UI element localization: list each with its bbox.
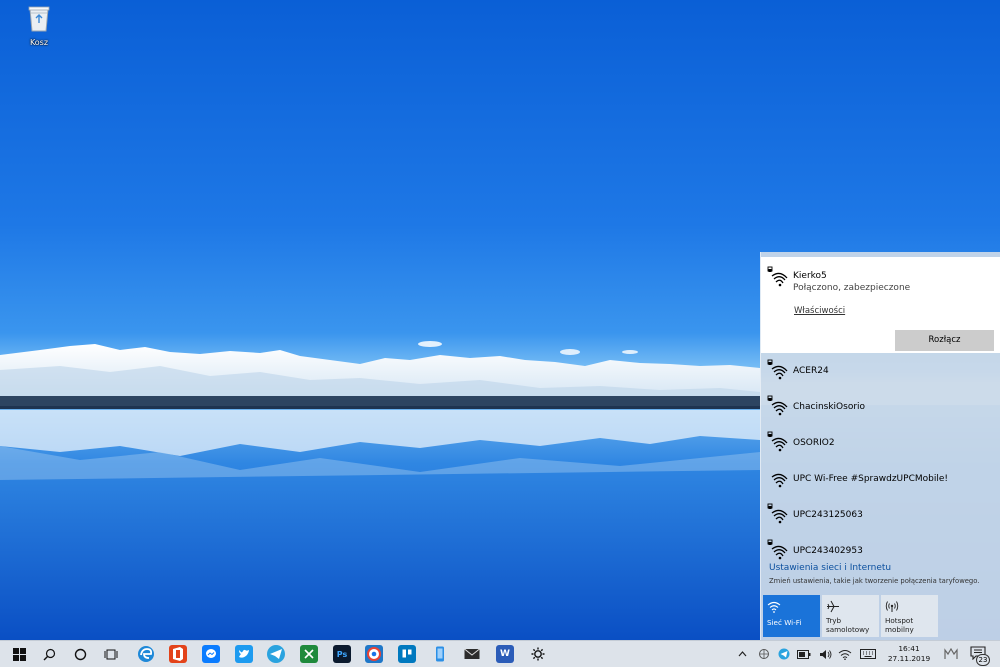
airplane-mode-label-line1: Tryb: [826, 616, 842, 625]
trello-icon[interactable]: [398, 645, 416, 663]
task-view-button[interactable]: [96, 641, 126, 667]
phone-app-icon[interactable]: [431, 645, 449, 663]
start-button[interactable]: [4, 641, 34, 667]
chrome-icon[interactable]: [365, 645, 383, 663]
network-tray-icon[interactable]: [838, 647, 852, 661]
wifi-icon: [767, 601, 781, 613]
taskbar: Ps W 16:41 27.11.2019 23: [0, 640, 1000, 667]
photoshop-icon[interactable]: Ps: [333, 645, 351, 663]
wifi-toggle[interactable]: Sieć Wi-Fi: [763, 595, 820, 637]
network-item[interactable]: UPC243125063: [761, 497, 1000, 533]
disconnect-button[interactable]: Rozłącz: [895, 330, 994, 351]
secured-wifi-icon: [767, 266, 788, 287]
clock[interactable]: 16:41 27.11.2019: [878, 644, 940, 664]
network-ssid: UPC243125063: [793, 510, 863, 520]
tray-media-icon[interactable]: [943, 647, 959, 661]
word-icon[interactable]: W: [496, 645, 514, 663]
microsoft-edge-icon[interactable]: [137, 645, 155, 663]
spreadsheet-app-icon[interactable]: [300, 645, 318, 663]
cortana-button[interactable]: [65, 641, 95, 667]
network-ssid: OSORIO2: [793, 438, 835, 448]
clock-time: 16:41: [898, 644, 920, 653]
network-ssid: UPC243402953: [793, 546, 863, 556]
network-item[interactable]: ACER24: [761, 353, 1000, 389]
network-item[interactable]: ChacinskiOsorio: [761, 389, 1000, 425]
search-button[interactable]: [34, 641, 64, 667]
recycle-bin[interactable]: Kosz: [18, 4, 60, 47]
hotspot-icon: [885, 601, 899, 612]
network-ssid: ChacinskiOsorio: [793, 402, 866, 412]
airplane-icon: [827, 600, 839, 613]
airplane-mode-label-line2: samolotowy: [826, 625, 870, 634]
secured-wifi-icon: [767, 539, 788, 560]
network-flyout: Kierko5 Połączono, zabezpieczone Właściw…: [760, 252, 1000, 640]
recycle-bin-icon: [28, 6, 50, 32]
properties-link[interactable]: Właściwości: [794, 306, 845, 316]
network-ssid: UPC Wi-Free #SprawdzUPCMobile!: [793, 474, 948, 484]
search-icon: [43, 648, 55, 661]
network-settings-link[interactable]: Ustawienia sieci i Internetu: [769, 563, 891, 573]
connected-network-ssid: Kierko5: [793, 271, 827, 281]
notification-count-badge: 23: [976, 654, 990, 666]
wifi-toggle-label: Sieć Wi-Fi: [767, 618, 802, 627]
office-icon[interactable]: [169, 645, 187, 663]
telegram-tray-icon[interactable]: [777, 647, 791, 661]
network-settings-description: Zmień ustawienia, takie jak tworzenie po…: [769, 577, 980, 585]
task-view-icon: [104, 649, 118, 660]
chevron-up-icon[interactable]: [735, 647, 749, 661]
windows-logo-icon: [12, 648, 26, 661]
recycle-bin-label: Kosz: [29, 38, 49, 47]
available-networks-list: ACER24 ChacinskiOsorio OSORIO2 UPC Wi-Fr…: [761, 353, 1000, 569]
volume-icon[interactable]: [818, 647, 832, 661]
mobile-hotspot-label-line2: mobilny: [885, 625, 914, 634]
tray-app-icon[interactable]: [757, 647, 771, 661]
mail-icon[interactable]: [463, 645, 481, 663]
clock-date: 27.11.2019: [887, 654, 931, 663]
secured-wifi-icon: [767, 431, 788, 452]
secured-wifi-icon: [767, 503, 788, 524]
mobile-hotspot-toggle[interactable]: Hotspot mobilny: [881, 595, 938, 637]
keyboard-icon[interactable]: [860, 647, 876, 661]
messenger-icon[interactable]: [202, 645, 220, 663]
airplane-mode-label: Tryb samolotowy: [826, 616, 875, 634]
mobile-hotspot-label-line1: Hotspot: [885, 616, 914, 625]
battery-icon[interactable]: [797, 647, 811, 661]
mobile-hotspot-label: Hotspot mobilny: [885, 616, 934, 634]
twitter-icon[interactable]: [235, 645, 253, 663]
secured-wifi-icon: [767, 359, 788, 380]
network-item[interactable]: OSORIO2: [761, 425, 1000, 461]
secured-wifi-icon: [767, 395, 788, 416]
network-item[interactable]: UPC Wi-Free #SprawdzUPCMobile!: [761, 461, 1000, 497]
settings-icon[interactable]: [529, 645, 547, 663]
action-center-button[interactable]: 23: [968, 644, 992, 666]
connected-network[interactable]: Kierko5 Połączono, zabezpieczone Właściw…: [761, 257, 1000, 353]
wifi-icon: [771, 473, 788, 488]
network-ssid: ACER24: [793, 366, 829, 376]
telegram-icon[interactable]: [267, 645, 285, 663]
airplane-mode-toggle[interactable]: Tryb samolotowy: [822, 595, 879, 637]
cortana-icon: [74, 648, 86, 661]
connected-network-status: Połączono, zabezpieczone: [793, 283, 911, 293]
